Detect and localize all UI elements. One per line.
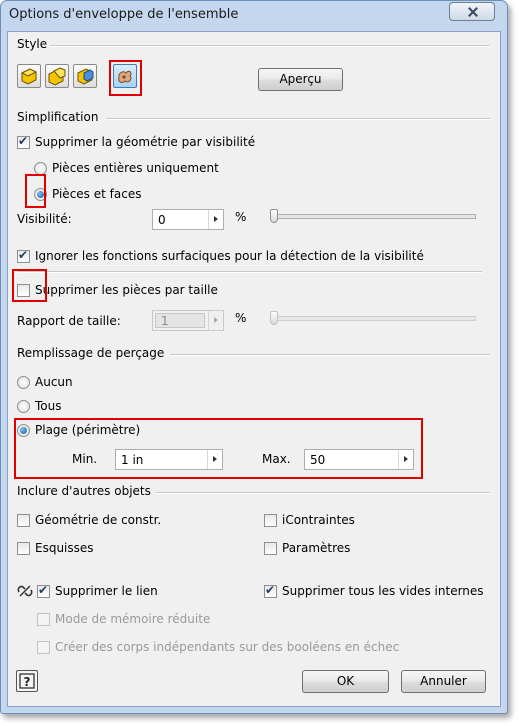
style-1-icon	[20, 68, 38, 85]
size-ratio-value: 1	[161, 314, 169, 328]
hole-fill-all-label: Tous	[35, 399, 62, 413]
hole-fill-none-label: Aucun	[35, 375, 73, 389]
separator	[106, 118, 490, 120]
chevron-right-icon[interactable]	[208, 210, 223, 229]
construction-geometry-checkbox[interactable]	[17, 514, 30, 527]
dialog-body: Style Aperçu Simplification ✔ Supprimer …	[7, 31, 501, 707]
chevron-right-icon[interactable]	[208, 311, 223, 330]
remove-by-size-label: Supprimer les pièces par taille	[35, 283, 218, 297]
highlight-remove-by-size	[12, 269, 47, 302]
remove-link-label: Supprimer le lien	[55, 584, 158, 598]
visibility-unit: %	[235, 210, 247, 224]
size-ratio-slider-thumb[interactable]	[270, 311, 278, 325]
separator	[17, 271, 482, 273]
style-2-button[interactable]	[45, 64, 69, 88]
ignore-surface-checkbox[interactable]	[17, 248, 30, 263]
ok-button[interactable]: OK	[302, 670, 389, 693]
style-1-button[interactable]	[17, 64, 41, 88]
remove-by-visibility-label: Supprimer la géométrie par visibilité	[35, 135, 256, 149]
window-title: Options d'enveloppe de l'ensemble	[9, 7, 239, 22]
visibility-label: Visibilité:	[17, 212, 72, 226]
visibility-spinner[interactable]: 0	[152, 209, 224, 230]
remove-link-checkbox[interactable]	[37, 583, 50, 598]
preview-button[interactable]: Aperçu	[258, 68, 343, 91]
size-ratio-unit: %	[235, 311, 247, 325]
separator	[170, 354, 490, 356]
simplification-section-label: Simplification	[17, 110, 99, 124]
constraints-checkbox[interactable]	[264, 514, 277, 527]
sketches-checkbox[interactable]	[17, 542, 30, 555]
style-section-label: Style	[17, 37, 48, 51]
ignore-surface-label: Ignorer les fonctions surfaciques pour l…	[35, 249, 424, 263]
hole-fill-all-radio[interactable]	[17, 400, 30, 413]
hole-fill-section-label: Remplissage de perçage	[17, 346, 165, 360]
parameters-checkbox[interactable]	[264, 542, 277, 555]
separator	[50, 45, 490, 47]
whole-parts-only-label: Pièces entières uniquement	[52, 161, 219, 175]
highlight-range	[14, 418, 423, 479]
visibility-slider-track[interactable]	[270, 214, 476, 219]
size-ratio-label: Rapport de taille:	[17, 314, 121, 328]
help-icon: ?	[19, 673, 35, 689]
parameters-label: Paramètres	[282, 541, 351, 555]
visibility-slider-thumb[interactable]	[270, 209, 278, 223]
size-ratio-spinner[interactable]: 1	[152, 310, 224, 331]
style-3-button[interactable]	[73, 64, 97, 88]
cancel-button[interactable]: Annuler	[401, 670, 486, 693]
include-section-label: Inclure d'autres objets	[17, 484, 151, 498]
remove-by-visibility-checkbox[interactable]	[17, 134, 30, 149]
constraints-label: iContraintes	[282, 513, 355, 527]
highlight-style-4	[109, 60, 142, 96]
highlight-parts-and-faces	[25, 174, 46, 208]
separator	[156, 492, 490, 494]
parts-and-faces-label: Pièces et faces	[52, 187, 142, 201]
visibility-value: 0	[158, 213, 166, 227]
hole-fill-none-radio[interactable]	[17, 376, 30, 389]
title-bar: Options d'enveloppe de l'ensemble	[1, 1, 507, 31]
independent-bodies-label: Créer des corps indépendants sur des boo…	[55, 640, 400, 654]
size-ratio-slider-track[interactable]	[270, 316, 476, 321]
sketches-label: Esquisses	[35, 541, 94, 555]
style-3-icon	[77, 68, 94, 85]
remove-internal-voids-checkbox[interactable]	[264, 583, 277, 598]
reduced-memory-label: Mode de mémoire réduite	[55, 612, 211, 626]
help-button[interactable]: ?	[16, 670, 38, 692]
reduced-memory-checkbox[interactable]	[37, 613, 50, 626]
svg-text:?: ?	[24, 675, 31, 689]
link-icon	[17, 585, 33, 597]
style-2-icon	[48, 67, 66, 86]
dialog-window: Options d'enveloppe de l'ensemble Style	[0, 0, 508, 714]
construction-geometry-label: Géométrie de constr.	[35, 513, 162, 527]
independent-bodies-checkbox[interactable]	[37, 641, 50, 654]
close-button[interactable]	[449, 2, 495, 21]
remove-internal-voids-label: Supprimer tous les vides internes	[282, 584, 484, 598]
